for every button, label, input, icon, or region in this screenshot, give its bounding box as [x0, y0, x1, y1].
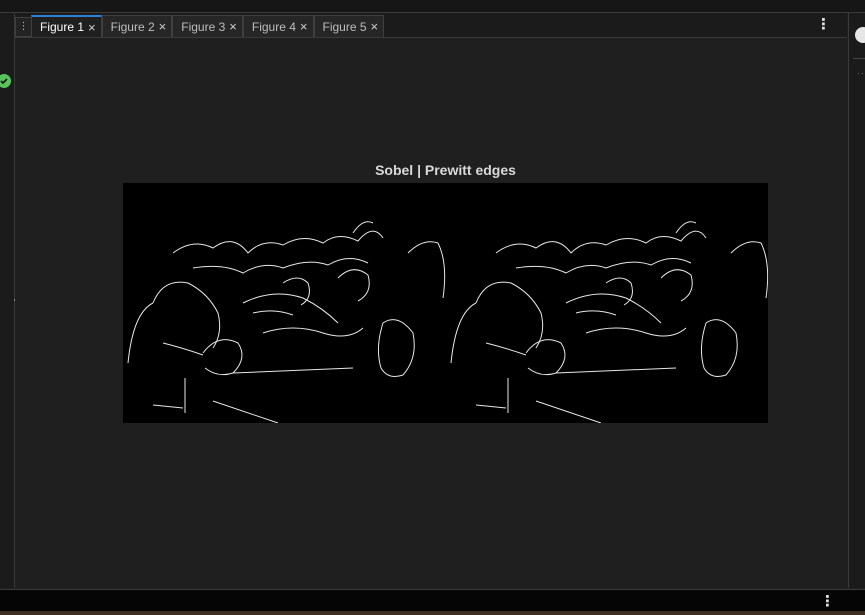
close-icon[interactable]: ×: [371, 20, 379, 33]
tab-label: Figure 1: [40, 20, 85, 34]
left-gutter: [0, 13, 15, 588]
right-side-panel: ··: [848, 13, 865, 588]
tab-list: Figure 1 × Figure 2 × Figure 3 × Figure …: [31, 15, 385, 37]
more-options-icon[interactable]: ⋮: [816, 16, 831, 34]
window-bottom-edge: [0, 611, 865, 615]
tab-figure-2[interactable]: Figure 2 ×: [101, 15, 173, 37]
tab-grip-handle[interactable]: ⋮: [15, 17, 32, 37]
copilot-icon[interactable]: [855, 27, 865, 43]
tab-label: Figure 3: [181, 19, 226, 34]
divider: [853, 58, 865, 59]
close-icon[interactable]: ×: [88, 21, 96, 34]
window-top-strip: [0, 0, 865, 13]
tab-figure-5[interactable]: Figure 5 ×: [313, 15, 385, 37]
close-icon[interactable]: ×: [229, 20, 237, 33]
drag-handle-icon[interactable]: ··: [857, 68, 865, 78]
tab-figure-3[interactable]: Figure 3 ×: [172, 15, 243, 37]
figure-image: [123, 183, 768, 423]
tab-label: Figure 5: [322, 19, 367, 34]
tab-figure-1[interactable]: Figure 1 ×: [31, 15, 102, 37]
more-options-icon[interactable]: ⋮: [820, 592, 835, 610]
check-circle-icon[interactable]: [0, 74, 11, 88]
edge-panel-right: [450, 221, 768, 423]
tab-label: Figure 4: [251, 19, 296, 34]
tab-figure-4[interactable]: Figure 4 ×: [242, 15, 314, 37]
edge-panel-left: [127, 221, 446, 423]
figure-tab-bar: ⋮ Figure 1 × Figure 2 × Figure 3 × Figur…: [15, 13, 847, 38]
bottom-status-bar: ⋮: [0, 589, 865, 612]
tab-label: Figure 2: [110, 19, 155, 34]
edge-image-svg: [127, 221, 768, 423]
close-icon[interactable]: ×: [159, 20, 167, 33]
close-icon[interactable]: ×: [300, 20, 308, 33]
figure-title: Sobel | Prewitt edges: [375, 162, 516, 178]
